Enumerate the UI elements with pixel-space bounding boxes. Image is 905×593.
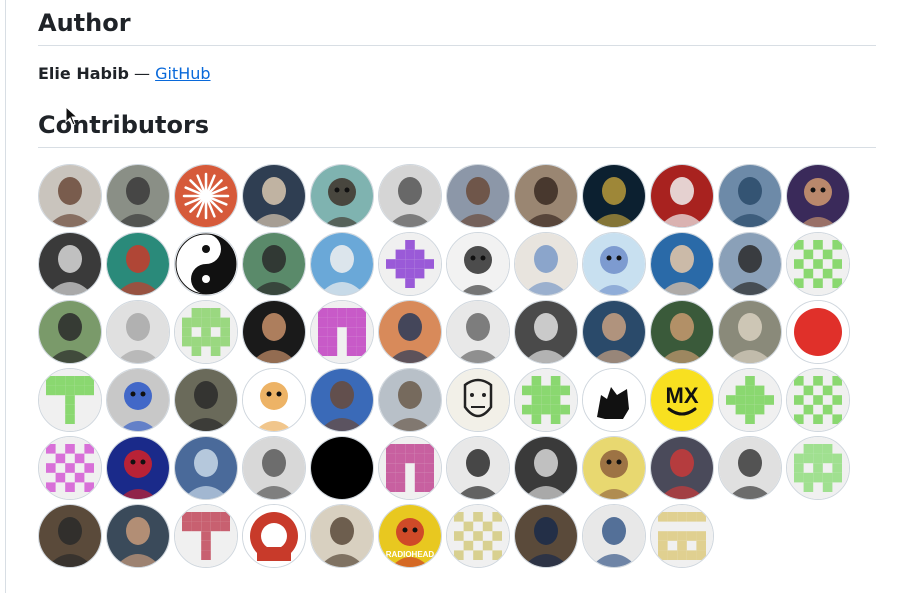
- author-line: Elie Habib — GitHub: [38, 63, 211, 85]
- contributor-avatar[interactable]: [650, 232, 714, 296]
- contributor-avatar[interactable]: [310, 368, 374, 432]
- contributor-avatar[interactable]: [718, 300, 782, 364]
- contributor-avatar[interactable]: [446, 164, 510, 228]
- contributor-avatar[interactable]: [650, 164, 714, 228]
- author-name: Elie Habib: [38, 64, 129, 83]
- contributor-avatar[interactable]: [786, 164, 850, 228]
- contributor-avatar[interactable]: [514, 164, 578, 228]
- contributor-avatar[interactable]: [38, 300, 102, 364]
- contributor-avatar[interactable]: [38, 504, 102, 568]
- contributor-avatar[interactable]: [446, 504, 510, 568]
- contributor-avatar[interactable]: [38, 232, 102, 296]
- contributor-avatar[interactable]: [786, 436, 850, 500]
- contributor-avatar[interactable]: [174, 436, 238, 500]
- avatar-text: RADIOHEAD: [386, 550, 435, 559]
- contributor-avatar[interactable]: [582, 436, 646, 500]
- author-github-link[interactable]: GitHub: [155, 64, 210, 83]
- contributor-avatar[interactable]: [310, 232, 374, 296]
- contributor-avatar[interactable]: [718, 164, 782, 228]
- contributor-avatar[interactable]: [378, 300, 442, 364]
- contributor-avatar[interactable]: [242, 164, 306, 228]
- contributor-avatar[interactable]: [310, 504, 374, 568]
- avatar-text: MX: [666, 383, 699, 408]
- contributor-avatar[interactable]: [106, 164, 170, 228]
- contributor-avatar[interactable]: [242, 436, 306, 500]
- contributor-avatar[interactable]: [446, 436, 510, 500]
- contributor-avatar[interactable]: [38, 436, 102, 500]
- contributor-avatar[interactable]: [446, 368, 510, 432]
- contributor-avatar[interactable]: [446, 232, 510, 296]
- contributor-avatar[interactable]: [174, 368, 238, 432]
- contributor-avatar[interactable]: RADIOHEAD: [378, 504, 442, 568]
- contributors-grid: MX RADIOHEAD: [38, 164, 878, 568]
- author-heading: Author: [38, 8, 876, 46]
- contributor-avatar[interactable]: [174, 504, 238, 568]
- contributor-avatar[interactable]: [242, 368, 306, 432]
- contributor-avatar[interactable]: [38, 368, 102, 432]
- contributor-avatar[interactable]: [650, 300, 714, 364]
- contributor-avatar[interactable]: [106, 300, 170, 364]
- contributor-avatar[interactable]: [106, 368, 170, 432]
- contributor-avatar[interactable]: [174, 232, 238, 296]
- contributor-avatar[interactable]: [106, 504, 170, 568]
- contributor-avatar[interactable]: [106, 232, 170, 296]
- contributor-avatar[interactable]: [650, 504, 714, 568]
- contributor-avatar[interactable]: MX: [650, 368, 714, 432]
- contributor-avatar[interactable]: [786, 300, 850, 364]
- contributor-avatar[interactable]: [650, 436, 714, 500]
- contributor-avatar[interactable]: [106, 436, 170, 500]
- contributor-avatar[interactable]: [718, 368, 782, 432]
- contributor-avatar[interactable]: [582, 232, 646, 296]
- contributor-avatar[interactable]: [582, 300, 646, 364]
- contributor-avatar[interactable]: [786, 232, 850, 296]
- contributor-avatar[interactable]: [514, 232, 578, 296]
- contributor-avatar[interactable]: [378, 436, 442, 500]
- contributor-avatar[interactable]: [582, 368, 646, 432]
- contributor-avatar[interactable]: [310, 164, 374, 228]
- contributor-avatar[interactable]: [514, 436, 578, 500]
- contributor-avatar[interactable]: [242, 232, 306, 296]
- contributor-avatar[interactable]: [310, 436, 374, 500]
- contributor-avatar[interactable]: [242, 504, 306, 568]
- contributor-avatar[interactable]: [378, 368, 442, 432]
- contributor-avatar[interactable]: [446, 300, 510, 364]
- contributor-avatar[interactable]: [718, 232, 782, 296]
- contributor-avatar[interactable]: [514, 368, 578, 432]
- contributor-avatar[interactable]: [310, 300, 374, 364]
- contributor-avatar[interactable]: [514, 300, 578, 364]
- contributor-avatar[interactable]: [582, 504, 646, 568]
- contributor-avatar[interactable]: [38, 164, 102, 228]
- contributor-avatar[interactable]: [582, 164, 646, 228]
- contributor-avatar[interactable]: [514, 504, 578, 568]
- contributor-avatar[interactable]: [718, 436, 782, 500]
- contributor-avatar[interactable]: [174, 164, 238, 228]
- author-separator: —: [128, 64, 156, 83]
- contributor-avatar[interactable]: [242, 300, 306, 364]
- mouse-cursor-icon: [65, 106, 79, 126]
- contributor-avatar[interactable]: [174, 300, 238, 364]
- contributor-avatar[interactable]: [378, 232, 442, 296]
- contributor-avatar[interactable]: [378, 164, 442, 228]
- contributor-avatar[interactable]: [786, 368, 850, 432]
- contributors-heading: Contributors: [38, 110, 876, 148]
- readme-page: Author Elie Habib — GitHub Contributors …: [0, 0, 905, 593]
- content-left-border: [5, 0, 6, 593]
